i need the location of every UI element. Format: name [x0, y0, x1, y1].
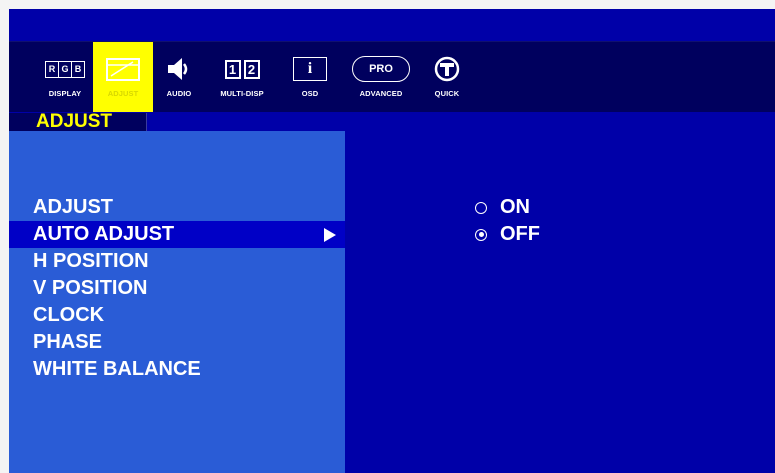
- multi-disp-1-glyph: 1: [224, 59, 241, 79]
- option-off-label: OFF: [500, 223, 540, 245]
- speaker-icon: [165, 53, 193, 85]
- pro-glyph: PRO: [352, 56, 410, 82]
- rgb-b-glyph: B: [74, 64, 82, 74]
- tab-osd[interactable]: i OSD: [287, 42, 333, 112]
- tab-audio[interactable]: AUDIO: [157, 42, 201, 112]
- menu-item-clock[interactable]: CLOCK: [9, 302, 345, 329]
- tab-quick[interactable]: QUICK: [427, 42, 467, 112]
- tab-adjust[interactable]: ADJUST: [93, 42, 153, 112]
- menu-item-white-balance[interactable]: WHITE BALANCE: [9, 356, 345, 383]
- rgb-display-icon: R G B: [45, 53, 85, 85]
- info-glyph: i: [293, 57, 327, 81]
- top-band: [9, 9, 775, 41]
- radio-unchecked-icon: [475, 201, 487, 214]
- radio-checked-icon: [475, 228, 487, 241]
- menu-item-auto-adjust[interactable]: AUTO ADJUST: [9, 221, 345, 248]
- tab-display-label: DISPLAY: [48, 89, 82, 98]
- menu-panel: ADJUST AUTO ADJUST H POSITION V POSITION…: [9, 131, 345, 473]
- pro-icon: PRO: [352, 53, 410, 85]
- tab-adjust-label: ADJUST: [107, 89, 139, 98]
- tab-advanced-label: ADVANCED: [359, 89, 403, 98]
- info-icon: i: [293, 53, 327, 85]
- tab-advanced[interactable]: PRO ADVANCED: [349, 42, 413, 112]
- section-title-bar: ADJUST: [9, 111, 147, 132]
- menu-item-phase[interactable]: PHASE: [9, 329, 345, 356]
- menu-item-v-position[interactable]: V POSITION: [9, 275, 345, 302]
- options-panel: ON OFF: [345, 113, 775, 473]
- section-title: ADJUST: [36, 111, 113, 132]
- adjust-icon: [105, 53, 141, 85]
- tab-osd-label: OSD: [301, 89, 319, 98]
- tab-multi-disp-label: MULTI-DISP: [220, 89, 264, 98]
- menu-header: ADJUST: [33, 196, 114, 218]
- tab-multi-disp[interactable]: 1 2 MULTI-DISP: [207, 42, 277, 112]
- option-off[interactable]: OFF: [475, 221, 540, 248]
- menu-item-h-position[interactable]: H POSITION: [9, 248, 345, 275]
- multi-disp-2-glyph: 2: [243, 59, 260, 79]
- osd-window: R G B DISPLAY ADJUST AUDIO 1 2 MULTI-DIS…: [9, 9, 775, 473]
- rgb-r-glyph: R: [46, 61, 59, 77]
- tab-audio-label: AUDIO: [166, 89, 192, 98]
- tab-quick-label: QUICK: [434, 89, 460, 98]
- submenu-arrow-icon: [324, 228, 336, 242]
- menu-item-label: AUTO ADJUST: [33, 223, 175, 245]
- category-toolbar: R G B DISPLAY ADJUST AUDIO 1 2 MULTI-DIS…: [9, 41, 775, 112]
- multi-display-icon: 1 2: [224, 53, 260, 85]
- option-on[interactable]: ON: [475, 194, 530, 221]
- option-on-label: ON: [500, 196, 530, 218]
- quick-icon: [434, 53, 460, 85]
- rgb-g-glyph: G: [59, 61, 72, 77]
- tab-display[interactable]: R G B DISPLAY: [37, 42, 93, 112]
